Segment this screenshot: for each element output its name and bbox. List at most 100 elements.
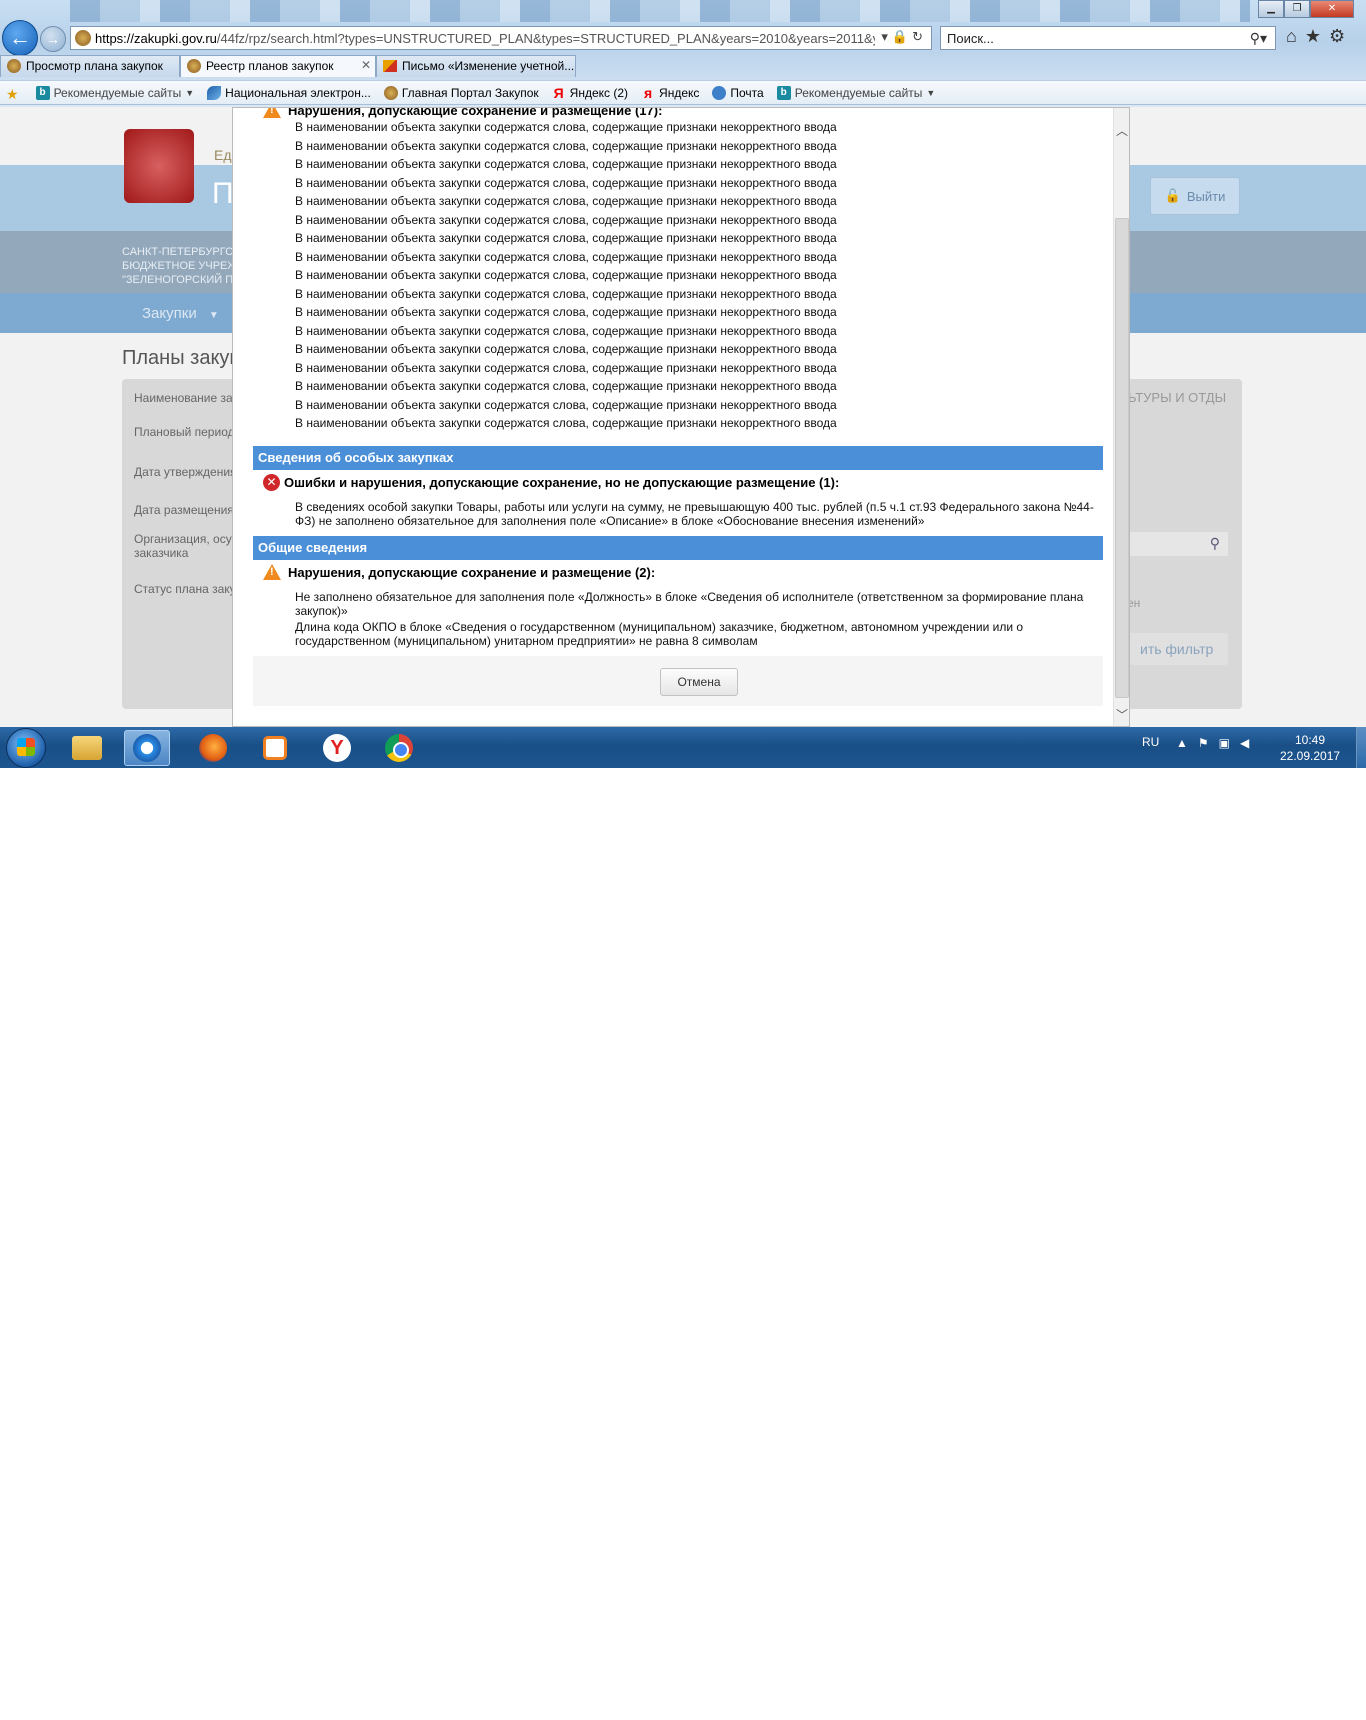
favorites-star-icon[interactable]: ★ xyxy=(1305,26,1329,46)
address-bar[interactable]: https://zakupki.gov.ru/44fz/rpz/search.h… xyxy=(70,26,932,50)
violation-item: В наименовании объекта закупки содержатс… xyxy=(295,212,837,227)
yandex-icon: Я xyxy=(553,84,564,101)
gerb-icon xyxy=(187,59,201,73)
dropdown-arrow-icon[interactable]: ▾ xyxy=(881,29,892,44)
fav-label: Рекомендуемые сайты xyxy=(794,85,923,100)
show-desktop-button[interactable] xyxy=(1356,727,1366,768)
chrome-icon xyxy=(385,734,413,762)
fav-mail[interactable]: Почта xyxy=(712,85,764,100)
folder-icon xyxy=(72,736,102,760)
filter-search-field[interactable]: ⚲ xyxy=(1128,532,1228,556)
arrow-left-icon: ← xyxy=(9,25,31,50)
tab-plan-view[interactable]: Просмотр плана закупок xyxy=(0,55,180,77)
url-text[interactable]: https://zakupki.gov.ru/44fz/rpz/search.h… xyxy=(95,31,875,46)
menu-item-zakupki[interactable]: Закупки ▼ xyxy=(142,305,219,322)
error-icon: ✕ xyxy=(263,474,280,491)
logout-label: Выйти xyxy=(1186,188,1226,204)
lock-icon: 🔓 xyxy=(1164,188,1181,203)
arrow-right-icon: → xyxy=(46,31,60,47)
fav-yandex-2[interactable]: Я Яндекс (2) xyxy=(552,86,628,100)
favorites-bar: ★ b Рекомендуемые сайты ▼ Национальная эл… xyxy=(0,80,1366,105)
media-player-icon xyxy=(263,736,287,760)
violation-item: В наименовании объекта закупки содержатс… xyxy=(295,286,837,301)
gerb-icon xyxy=(7,59,21,73)
taskbar: Y RU ▲⚑▣◀ 10:49 22.09.2017 xyxy=(0,727,1366,768)
close-tab-icon[interactable]: ✕ xyxy=(361,58,371,72)
minimize-button[interactable]: ▁ xyxy=(1258,0,1284,18)
fav-recommended-1[interactable]: b Рекомендуемые сайты ▼ xyxy=(35,85,195,100)
fav-yandex[interactable]: я Яндекс xyxy=(641,86,699,100)
logout-button[interactable]: 🔓 Выйти xyxy=(1150,177,1240,215)
lock-icon[interactable]: 🔒 xyxy=(892,29,912,44)
bing-icon: b xyxy=(35,85,50,100)
language-indicator[interactable]: RU xyxy=(1142,735,1159,749)
chevron-down-icon: ▼ xyxy=(185,87,195,98)
taskbar-explorer[interactable] xyxy=(64,730,110,766)
violation-item: В наименовании объекта закупки содержатс… xyxy=(295,157,837,171)
validation-dialog: Нарушения, допускающие сохранение и разм… xyxy=(232,107,1130,727)
apply-filter-button[interactable]: ить фильтр xyxy=(1128,633,1228,665)
tab-plans-registry[interactable]: Реестр планов закупок ✕ xyxy=(180,55,376,77)
fav-label: Яндекс xyxy=(659,85,700,100)
start-button[interactable] xyxy=(6,728,46,768)
close-window-button[interactable]: ✕ xyxy=(1310,0,1354,18)
action-center-flag-icon[interactable]: ⚑ xyxy=(1198,736,1219,750)
search-box[interactable]: Поиск... ⚲▾ xyxy=(940,26,1276,50)
fav-label: Главная Портал Закупок xyxy=(401,85,539,100)
menu-label: Закупки xyxy=(142,305,197,322)
filter-label: Организация, осу xyxy=(134,532,232,546)
forward-button[interactable]: → xyxy=(40,26,66,52)
scroll-down-icon[interactable]: ﹀ xyxy=(1114,706,1129,723)
mail-icon xyxy=(383,60,397,72)
yandex-icon: я xyxy=(643,84,653,101)
general-warnings-heading: Нарушения, допускающие сохранение и разм… xyxy=(263,564,655,580)
clock[interactable]: 10:49 22.09.2017 xyxy=(1280,732,1340,764)
coat-of-arms-icon xyxy=(124,129,194,203)
gear-icon[interactable]: ⚙ xyxy=(1329,26,1353,46)
error-item: В сведениях особой закупки Товары, работ… xyxy=(295,500,1094,528)
back-button[interactable]: ← xyxy=(2,20,38,56)
dialog-scrollbar[interactable]: ︿ ﹀ xyxy=(1113,108,1129,726)
bing-icon: b xyxy=(776,85,791,100)
network-icon[interactable]: ▣ xyxy=(1219,736,1240,750)
cancel-button[interactable]: Отмена xyxy=(660,668,738,696)
taskbar-firefox[interactable] xyxy=(190,730,236,766)
refresh-icon[interactable]: ↻ xyxy=(912,29,927,44)
filter-customer-text: ЬТУРЫ И ОТДЫ xyxy=(1128,390,1227,405)
scrollbar-thumb[interactable] xyxy=(1115,218,1129,698)
general-warning-item: Не заполнено обязательное для заполнения… xyxy=(295,590,1084,618)
violation-item: В наименовании объекта закупки содержатс… xyxy=(295,249,837,264)
taskbar-player[interactable] xyxy=(252,730,298,766)
filter-label: Статус плана заку xyxy=(134,582,236,596)
filter-label: заказчика xyxy=(134,546,189,560)
org-line: "ЗЕЛЕНОГОРСКИЙ П xyxy=(122,274,234,286)
tab-letter[interactable]: Письмо «Изменение учетной... xyxy=(376,55,576,77)
home-icon[interactable]: ⌂ xyxy=(1286,26,1305,46)
site-favicon-icon xyxy=(75,30,91,46)
taskbar-ie[interactable] xyxy=(124,730,170,766)
warning-icon xyxy=(263,564,281,580)
favorites-star-icon: ★ xyxy=(6,85,19,102)
fav-recommended-2[interactable]: b Рекомендуемые сайты ▼ xyxy=(776,85,935,100)
favorites-add-button[interactable]: ★ xyxy=(6,85,23,102)
fav-portal[interactable]: Главная Портал Закупок xyxy=(383,85,539,100)
clock-date: 22.09.2017 xyxy=(1280,749,1341,763)
taskbar-yandex[interactable]: Y xyxy=(314,730,360,766)
fav-label: Национальная электрон... xyxy=(225,85,371,100)
search-icon: ⚲ xyxy=(1209,535,1220,551)
violation-item: В наименовании объекта закупки содержатс… xyxy=(295,268,837,282)
search-icon[interactable]: ⚲▾ xyxy=(1250,30,1267,47)
volume-icon[interactable]: ◀ xyxy=(1240,736,1259,750)
screen: ▁ ❐ ✕ ← → https://zakupki.gov.ru/44fz/rp… xyxy=(0,0,1366,768)
general-warnings-heading-text: Нарушения, допускающие сохранение и разм… xyxy=(288,564,656,580)
scroll-up-icon[interactable]: ︿ xyxy=(1114,122,1129,139)
violation-item: В наименовании объекта закупки содержатс… xyxy=(295,194,837,208)
internet-explorer-icon xyxy=(133,734,161,762)
taskbar-chrome[interactable] xyxy=(376,730,422,766)
maximize-button[interactable]: ❐ xyxy=(1284,0,1310,18)
show-hidden-icons-icon[interactable]: ▲ xyxy=(1176,736,1198,750)
fav-national[interactable]: Национальная электрон... xyxy=(207,85,371,100)
warning-icon xyxy=(263,108,281,118)
url-path: /44fz/rpz/search.html?types=UNSTRUCTURED… xyxy=(216,30,875,46)
violation-item: В наименовании объекта закупки содержатс… xyxy=(295,120,837,134)
